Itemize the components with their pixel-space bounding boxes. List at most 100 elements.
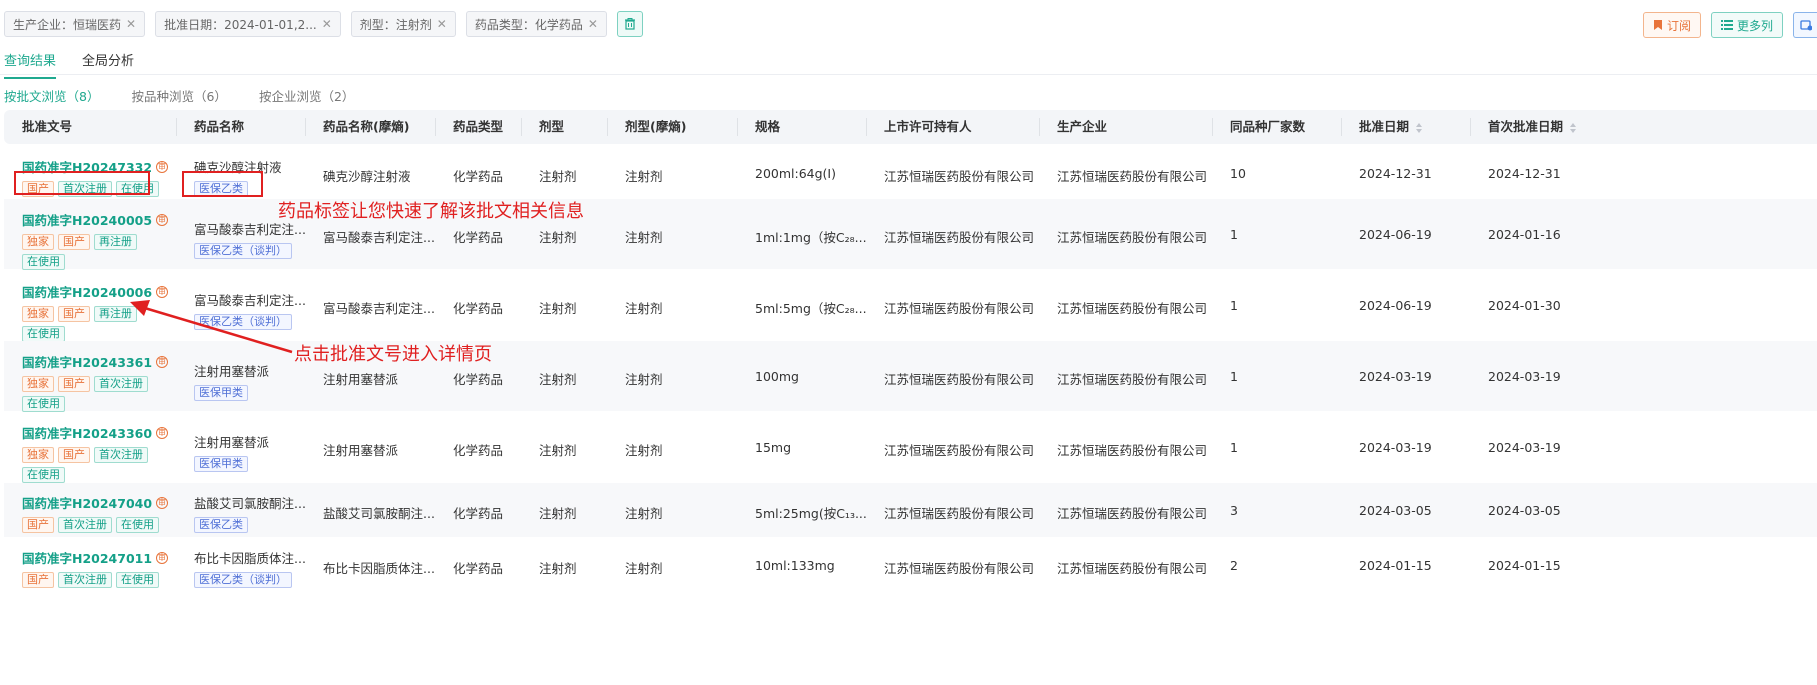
same-variety-count: 1 bbox=[1230, 440, 1238, 455]
approval-date: 2024-06-19 bbox=[1359, 298, 1432, 313]
drug-type: 化学药品 bbox=[453, 169, 504, 184]
column-divider bbox=[521, 118, 522, 136]
approval-cell: 国药准字H20247040 审 国产 首次注册 在使用 bbox=[22, 493, 172, 533]
drug-name-ms: 碘克沙醇注射液 bbox=[323, 169, 411, 184]
holder: 江苏恒瑞医药股份有限公司 bbox=[884, 506, 1035, 521]
close-icon[interactable]: ✕ bbox=[126, 17, 136, 31]
filter-chip-drug-type[interactable]: 药品类型：化学药品 ✕ bbox=[465, 11, 607, 37]
tag-exclusive: 独家 bbox=[22, 234, 54, 250]
column-header-drug-name-ms[interactable]: 药品名称(摩熵) bbox=[323, 110, 409, 144]
filter-chip-label: 生产企业：恒瑞医药 bbox=[13, 17, 122, 32]
manufacturer: 江苏恒瑞医药股份有限公司 bbox=[1057, 506, 1208, 521]
approval-number-link[interactable]: 国药准字H20247011 审 bbox=[22, 548, 169, 567]
approval-number-link[interactable]: 国药准字H20240005 审 bbox=[22, 210, 169, 229]
tag-domestic: 国产 bbox=[58, 376, 90, 392]
more-columns-label: 更多列 bbox=[1736, 18, 1773, 33]
column-header-approval-number[interactable]: 批准文号 bbox=[22, 110, 72, 144]
detail-icon: 审 bbox=[156, 426, 169, 439]
table-row: 国药准字H20243360 审 独家 国产 首次注册 在使用 注射用塞替派 医保甲… bbox=[4, 412, 1817, 483]
insurance-tag: 医保甲类 bbox=[194, 456, 248, 472]
insurance-tag: 医保乙类（谈判） bbox=[194, 572, 292, 588]
dosage-form-ms: 注射剂 bbox=[625, 169, 663, 184]
column-header-first-approval-date[interactable]: 首次批准日期 bbox=[1488, 110, 1577, 144]
manufacturer: 江苏恒瑞医药股份有限公司 bbox=[1057, 230, 1208, 245]
filter-chip-label: 药品类型：化学药品 bbox=[474, 17, 583, 32]
spec: 100mg bbox=[755, 369, 799, 384]
insurance-tag: 医保乙类（谈判） bbox=[194, 243, 292, 259]
drug-name-cell: 富马酸泰吉利定注... 医保乙类（谈判） bbox=[194, 219, 306, 259]
subscribe-button[interactable]: 订阅 bbox=[1642, 12, 1701, 38]
filter-chip-dosage-form[interactable]: 剂型：注射剂 ✕ bbox=[350, 11, 456, 37]
approval-date: 2024-01-15 bbox=[1359, 558, 1432, 573]
column-header-manufacturer[interactable]: 生产企业 bbox=[1057, 110, 1107, 144]
tag-list: 国产 首次注册 在使用 bbox=[22, 517, 172, 533]
close-icon[interactable]: ✕ bbox=[588, 17, 598, 31]
export-button[interactable] bbox=[1793, 12, 1817, 38]
tag-exclusive: 独家 bbox=[22, 376, 54, 392]
approval-date: 2024-06-19 bbox=[1359, 227, 1432, 242]
toolbar-actions: 订阅 更多列 bbox=[1642, 12, 1817, 38]
subtab-by-variety[interactable]: 按品种浏览（6） bbox=[131, 86, 226, 105]
sort-icon[interactable] bbox=[1415, 122, 1423, 134]
first-approval-date: 2024-12-31 bbox=[1488, 166, 1561, 181]
column-header-dosage-form-ms[interactable]: 剂型(摩熵) bbox=[625, 110, 686, 144]
filter-chip-approval-date[interactable]: 批准日期：2024-01-01,2... ✕ bbox=[155, 11, 341, 37]
same-variety-count: 1 bbox=[1230, 298, 1238, 313]
insurance-highlight-box bbox=[182, 171, 263, 197]
spec: 1ml:1mg（按C₂₈... bbox=[755, 230, 867, 245]
drug-name-ms: 注射用塞替派 bbox=[323, 372, 399, 387]
approval-number: 国药准字H20240005 bbox=[22, 213, 153, 228]
drug-type: 化学药品 bbox=[453, 372, 504, 387]
column-divider bbox=[1039, 118, 1040, 136]
filter-chip-manufacturer[interactable]: 生产企业：恒瑞医药 ✕ bbox=[4, 11, 146, 37]
drug-name-cell: 注射用塞替派 医保甲类 bbox=[194, 432, 269, 472]
holder: 江苏恒瑞医药股份有限公司 bbox=[884, 372, 1035, 387]
drug-name-ms: 注射用塞替派 bbox=[323, 443, 399, 458]
clear-filters-button[interactable] bbox=[616, 11, 643, 37]
column-divider bbox=[1341, 118, 1342, 136]
column-header-dosage-form[interactable]: 剂型 bbox=[539, 110, 564, 144]
column-divider bbox=[435, 118, 436, 136]
tag-domestic: 国产 bbox=[22, 517, 54, 533]
holder: 江苏恒瑞医药股份有限公司 bbox=[884, 230, 1035, 245]
close-icon[interactable]: ✕ bbox=[322, 17, 332, 31]
detail-icon: 审 bbox=[156, 213, 169, 226]
manufacturer: 江苏恒瑞医药股份有限公司 bbox=[1057, 301, 1208, 316]
sort-icon[interactable] bbox=[1569, 122, 1577, 134]
column-divider bbox=[305, 118, 306, 136]
dosage-form-ms: 注射剂 bbox=[625, 443, 663, 458]
bookmark-icon bbox=[1653, 20, 1662, 30]
view-subtabs: 按批文浏览（8） 按品种浏览（6） 按企业浏览（2） bbox=[4, 86, 354, 105]
table-row: 国药准字H20247011 审 国产 首次注册 在使用 布比卡因脂质体注... 医… bbox=[4, 538, 1817, 592]
tag-exclusive: 独家 bbox=[22, 306, 54, 322]
approval-cell: 国药准字H20243360 审 独家 国产 首次注册 在使用 bbox=[22, 423, 169, 483]
column-header-drug-type[interactable]: 药品类型 bbox=[453, 110, 503, 144]
subtab-by-approval[interactable]: 按批文浏览（8） bbox=[4, 86, 99, 105]
table-header: 批准文号 药品名称 药品名称(摩熵) 药品类型 剂型 剂型(摩熵) 规格 上市许… bbox=[4, 110, 1817, 144]
column-header-approval-date[interactable]: 批准日期 bbox=[1359, 110, 1423, 144]
drug-name-cell: 盐酸艾司氯胺酮注... 医保乙类 bbox=[194, 493, 306, 533]
tag-exclusive: 独家 bbox=[22, 447, 54, 463]
tag-re-registration: 再注册 bbox=[94, 234, 137, 250]
tag-first-registration: 首次注册 bbox=[94, 376, 148, 392]
annotation-tag-note: 药品标签让您快速了解该批文相关信息 bbox=[278, 201, 584, 222]
dosage-form: 注射剂 bbox=[539, 230, 577, 245]
column-header-holder[interactable]: 上市许可持有人 bbox=[884, 110, 972, 144]
column-header-drug-name[interactable]: 药品名称 bbox=[194, 110, 244, 144]
approval-number-link[interactable]: 国药准字H20243360 审 bbox=[22, 423, 169, 442]
column-header-same-variety-count[interactable]: 同品种厂家数 bbox=[1230, 110, 1305, 144]
tag-first-registration: 首次注册 bbox=[94, 447, 148, 463]
insurance-tag: 医保乙类 bbox=[194, 517, 248, 533]
subtab-by-company[interactable]: 按企业浏览（2） bbox=[259, 86, 354, 105]
approval-number-link[interactable]: 国药准字H20247040 审 bbox=[22, 493, 169, 512]
drug-name-ms: 富马酸泰吉利定注... bbox=[323, 230, 435, 245]
first-approval-date: 2024-01-16 bbox=[1488, 227, 1561, 242]
spec: 200ml:64g(I) bbox=[755, 166, 836, 181]
tag-domestic: 国产 bbox=[58, 447, 90, 463]
spec: 5ml:5mg（按C₂₈... bbox=[755, 301, 867, 316]
close-icon[interactable]: ✕ bbox=[437, 17, 447, 31]
tabs-divider bbox=[0, 74, 1817, 75]
more-columns-button[interactable]: 更多列 bbox=[1710, 12, 1783, 38]
column-header-spec[interactable]: 规格 bbox=[755, 110, 780, 144]
drug-type: 化学药品 bbox=[453, 561, 504, 576]
